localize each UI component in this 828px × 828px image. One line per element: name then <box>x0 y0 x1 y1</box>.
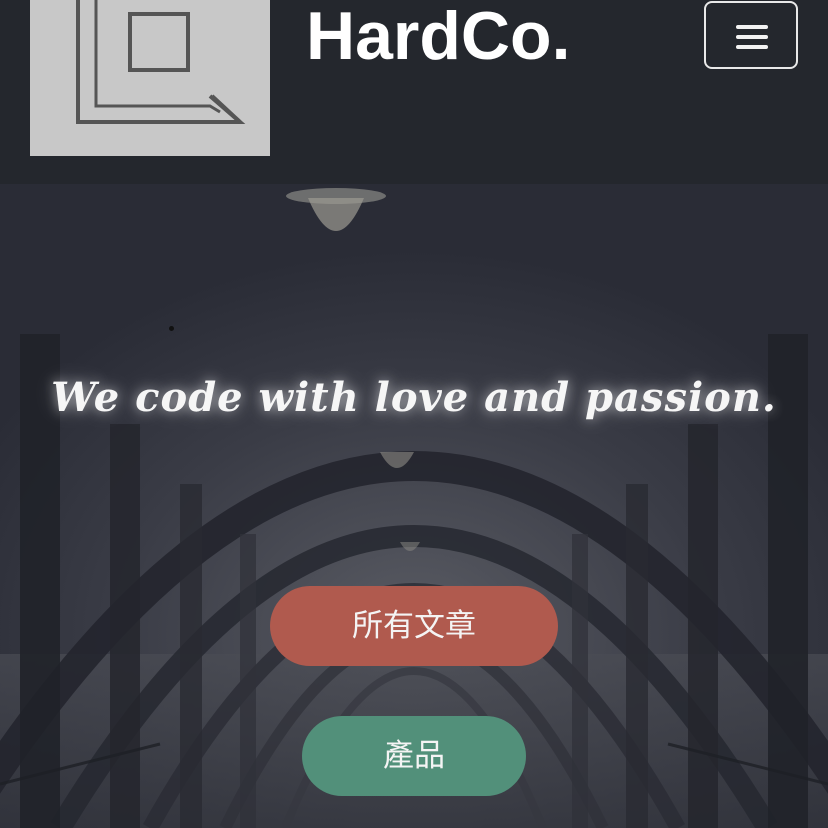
brand-name[interactable]: HardCo. <box>306 0 570 76</box>
hero-section: We code with love and passion. 所有文章 產品 <box>0 184 828 828</box>
site-header: HardCo. <box>0 0 828 184</box>
products-button[interactable]: 產品 <box>302 716 526 796</box>
nested-squares-logo-icon <box>76 0 246 124</box>
all-articles-button[interactable]: 所有文章 <box>270 586 558 666</box>
site-logo[interactable] <box>30 0 270 156</box>
hero-tagline: We code with love and passion. <box>51 374 777 421</box>
menu-toggle-button[interactable] <box>704 1 798 69</box>
decorative-dot <box>169 326 174 331</box>
